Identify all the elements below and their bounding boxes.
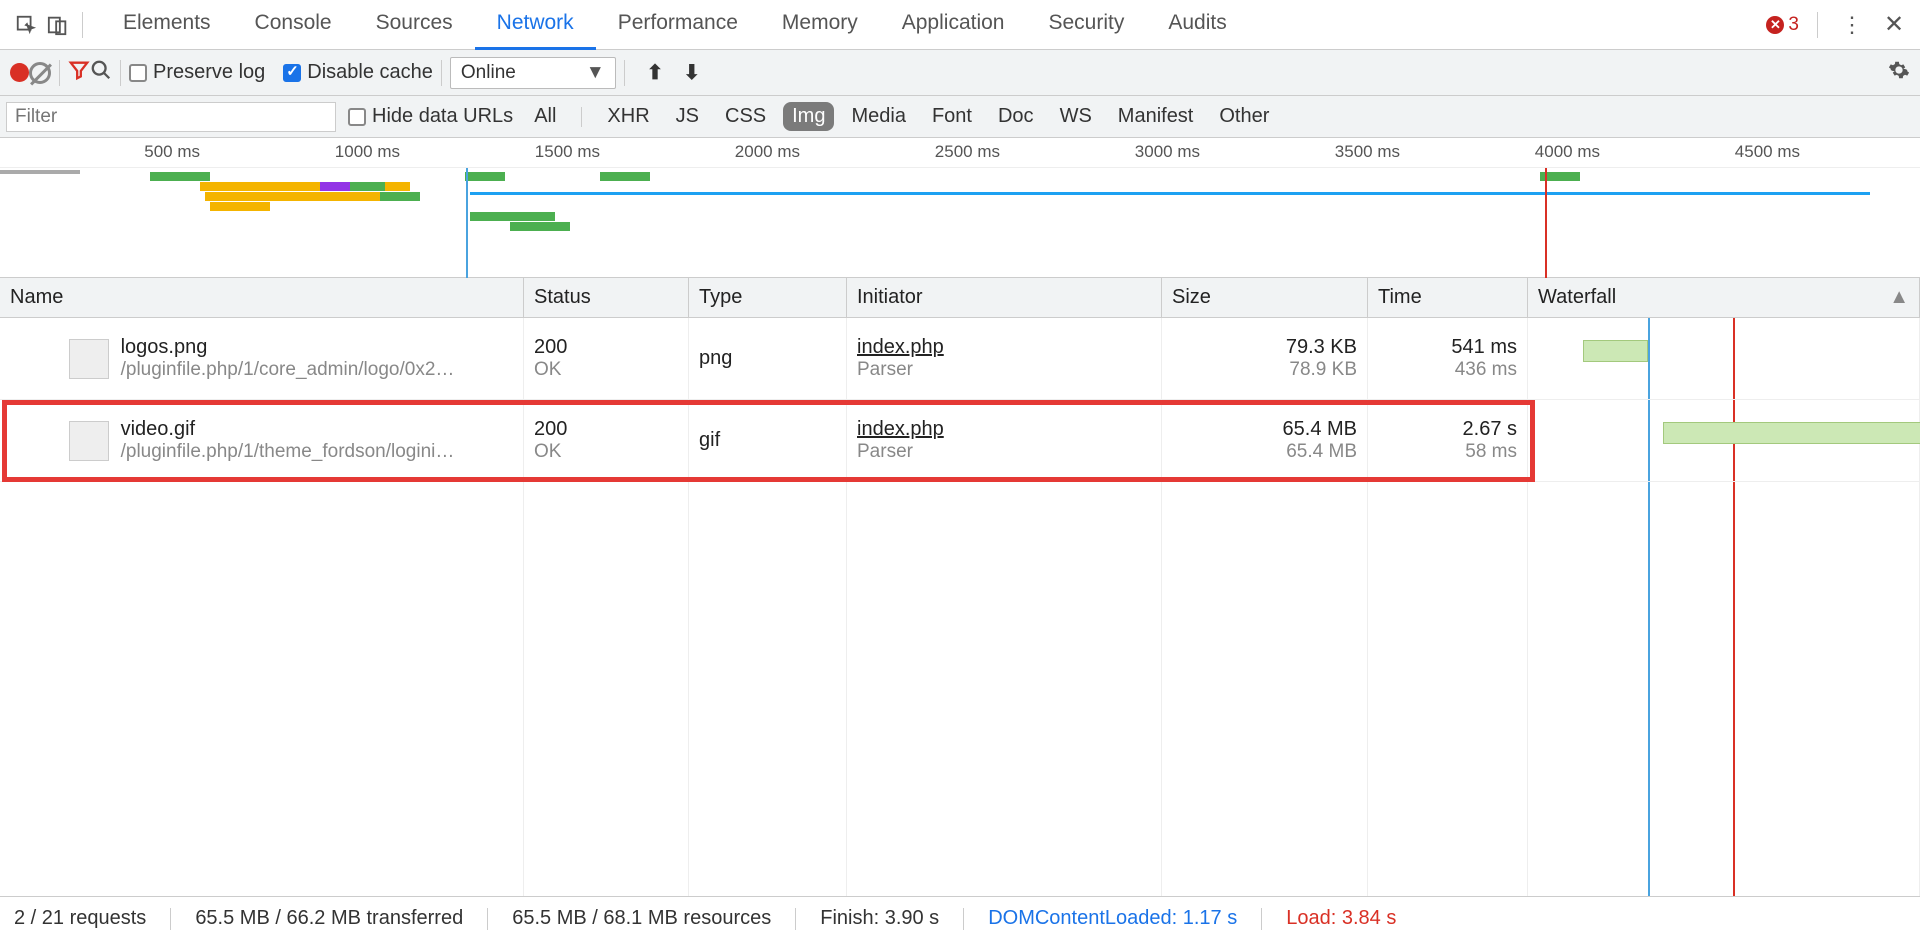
sort-icon: ▲ [1889, 286, 1909, 309]
filter-icon[interactable] [68, 59, 90, 87]
status-resources: 65.5 MB / 68.1 MB resources [512, 907, 771, 930]
clear-button[interactable] [29, 62, 51, 84]
download-icon[interactable]: ⬇︎ [683, 60, 700, 85]
chevron-down-icon: ▼ [586, 62, 605, 84]
tab-memory[interactable]: Memory [760, 0, 880, 50]
timeline-tick: 4000 ms [1535, 142, 1600, 162]
tab-application[interactable]: Application [880, 0, 1027, 50]
timeline-tick: 3500 ms [1335, 142, 1400, 162]
kebab-menu-icon[interactable]: ⋮ [1836, 9, 1868, 41]
filter-type-css[interactable]: CSS [716, 102, 775, 131]
preserve-log-checkbox[interactable]: Preserve log [129, 61, 265, 84]
filter-type-js[interactable]: JS [667, 102, 708, 131]
filter-type-font[interactable]: Font [923, 102, 981, 131]
col-status[interactable]: Status [524, 278, 689, 317]
filter-type-all[interactable]: All [525, 102, 565, 131]
timeline-tick: 1500 ms [535, 142, 600, 162]
table-row[interactable]: video.gif/pluginfile.php/1/theme_fordson… [0, 400, 1920, 482]
resource-type-filters: All XHR JS CSS Img Media Font Doc WS ManifestOthe… [525, 102, 1278, 131]
file-name: logos.png [121, 336, 455, 359]
filter-type-xhr[interactable]: XHR [598, 102, 658, 131]
timeline-tick: 2000 ms [735, 142, 800, 162]
inspect-icon[interactable] [10, 9, 42, 41]
status-load: Load: 3.84 s [1286, 907, 1396, 930]
error-icon: ✕ [1766, 16, 1784, 34]
error-count: 3 [1788, 14, 1799, 36]
error-count-badge[interactable]: ✕ 3 [1766, 14, 1799, 36]
filter-type-doc[interactable]: Doc [989, 102, 1043, 131]
waterfall-cell [1528, 400, 1920, 481]
timeline-tick: 500 ms [144, 142, 200, 162]
record-button[interactable] [10, 63, 29, 82]
network-table-header: Name Status Type Initiator Size Time Wat… [0, 278, 1920, 318]
table-row[interactable]: logos.png/pluginfile.php/1/core_admin/lo… [0, 318, 1920, 400]
devtools-tabs: ElementsConsoleSourcesNetworkPerformance… [101, 0, 1766, 50]
file-thumbnail-icon [69, 339, 109, 379]
status-bar: 2 / 21 requests 65.5 MB / 66.2 MB transf… [0, 896, 1920, 940]
tab-security[interactable]: Security [1026, 0, 1146, 50]
close-icon[interactable]: ✕ [1878, 9, 1910, 41]
timeline-tick: 4500 ms [1735, 142, 1800, 162]
timeline-tick: 3000 ms [1135, 142, 1200, 162]
col-name[interactable]: Name [0, 278, 524, 317]
settings-icon[interactable] [1888, 59, 1910, 87]
filter-input[interactable] [6, 102, 336, 132]
col-waterfall[interactable]: Waterfall▲ [1528, 278, 1920, 317]
status-transferred: 65.5 MB / 66.2 MB transferred [195, 907, 463, 930]
filter-type-other[interactable]: Other [1210, 102, 1278, 131]
file-thumbnail-icon [69, 421, 109, 461]
throttling-select[interactable]: Online ▼ [450, 57, 616, 89]
initiator-link[interactable]: index.php [857, 418, 1151, 441]
col-type[interactable]: Type [689, 278, 847, 317]
timeline-overview[interactable]: 500 ms 1000 ms 1500 ms 2000 ms 2500 ms 3000 m… [0, 138, 1920, 278]
timeline-tick: 1000 ms [335, 142, 400, 162]
tab-audits[interactable]: Audits [1146, 0, 1248, 50]
filter-type-ws[interactable]: WS [1051, 102, 1101, 131]
disable-cache-checkbox[interactable]: Disable cache [283, 61, 433, 84]
filter-type-manifest[interactable]: Manifest [1109, 102, 1203, 131]
tab-performance[interactable]: Performance [596, 0, 760, 50]
search-icon[interactable] [90, 59, 112, 87]
hide-data-urls-checkbox[interactable]: Hide data URLs [348, 105, 513, 128]
col-time[interactable]: Time [1368, 278, 1528, 317]
col-size[interactable]: Size [1162, 278, 1368, 317]
tab-elements[interactable]: Elements [101, 0, 233, 50]
file-name: video.gif [121, 418, 455, 441]
status-requests: 2 / 21 requests [14, 907, 146, 930]
file-path: /pluginfile.php/1/core_admin/logo/0x2… [121, 359, 455, 381]
status-dcl: DOMContentLoaded: 1.17 s [988, 907, 1237, 930]
col-initiator[interactable]: Initiator [847, 278, 1162, 317]
file-path: /pluginfile.php/1/theme_fordson/logini… [121, 441, 455, 463]
status-finish: Finish: 3.90 s [820, 907, 939, 930]
device-icon[interactable] [42, 9, 74, 41]
timeline-tick: 2500 ms [935, 142, 1000, 162]
initiator-link[interactable]: index.php [857, 336, 1151, 359]
tab-network[interactable]: Network [475, 0, 596, 50]
filter-type-media[interactable]: Media [842, 102, 914, 131]
filter-type-img[interactable]: Img [783, 102, 834, 131]
upload-icon[interactable]: ⬆︎ [647, 60, 664, 85]
tab-console[interactable]: Console [233, 0, 354, 50]
waterfall-cell [1528, 318, 1920, 399]
tab-sources[interactable]: Sources [354, 0, 475, 50]
